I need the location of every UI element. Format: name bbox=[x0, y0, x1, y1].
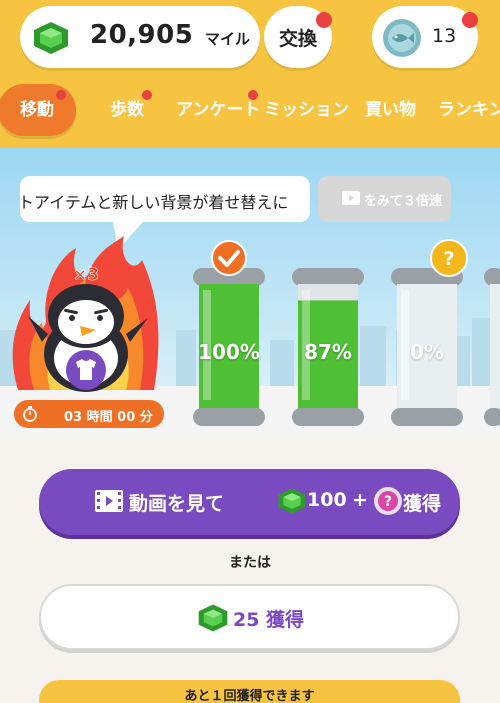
watch-label: 動画を見て bbox=[129, 493, 225, 515]
watch-earn-label: 獲得 bbox=[403, 493, 442, 515]
plus-sign: + bbox=[352, 489, 368, 511]
header-bar: 20,905 マイル 交換 13 移動 歩数 アンケート ミッション 買い物 ラ… bbox=[0, 0, 500, 148]
fish-coin-icon bbox=[383, 19, 421, 57]
tab-ranking[interactable]: ランキン bbox=[438, 84, 500, 136]
tank-1-percent: 100% bbox=[198, 340, 260, 364]
coin-balance[interactable]: 13 bbox=[372, 6, 478, 68]
miles-unit: マイル bbox=[205, 30, 251, 48]
tab-steps[interactable]: 歩数 bbox=[110, 84, 152, 136]
miles-value: 20,905 bbox=[90, 20, 194, 50]
earn-button[interactable]: 25 獲得 bbox=[39, 584, 460, 650]
hero-scene: トアイテムと新しい背景が着せ替えに をみて３倍速 ×3 03 時間 00 分 1… bbox=[0, 148, 500, 438]
tab-move[interactable]: 移動 bbox=[0, 84, 76, 136]
tank-3[interactable]: 0% ? bbox=[387, 239, 468, 428]
watch-video-speedup-label: をみて３倍速 bbox=[364, 194, 443, 209]
svg-text:?: ? bbox=[443, 248, 454, 270]
timer-badge: 03 時間 00 分 bbox=[14, 400, 164, 428]
exchange-label: 交換 bbox=[278, 28, 317, 50]
watch-video-speedup-button[interactable]: をみて３倍速 bbox=[318, 176, 451, 222]
speech-bubble: トアイテムと新しい背景が着せ替えに bbox=[20, 176, 310, 222]
notification-dot bbox=[316, 12, 332, 28]
green-gem-icon bbox=[278, 488, 306, 514]
notification-dot bbox=[248, 90, 258, 100]
video-icon bbox=[342, 191, 360, 205]
tank-2[interactable]: 87% bbox=[288, 268, 368, 428]
green-gem-icon bbox=[34, 22, 68, 54]
svg-text:?: ? bbox=[384, 494, 392, 510]
tank-3-percent: 0% bbox=[410, 340, 444, 364]
miles-balance[interactable]: 20,905 マイル bbox=[20, 6, 260, 68]
tab-shopping[interactable]: 買い物 bbox=[365, 84, 416, 136]
film-icon bbox=[95, 490, 123, 512]
check-icon bbox=[211, 240, 247, 276]
remaining-count-banner: あと１回獲得できます bbox=[39, 680, 460, 703]
watch-video-earn-button[interactable]: 動画を見て 100 + ? 獲得 bbox=[39, 469, 460, 535]
tank-2-percent: 87% bbox=[304, 340, 352, 364]
speech-bubble-text: トアイテムと新しい背景が着せ替えに bbox=[20, 193, 289, 212]
penguin-character[interactable]: ×3 bbox=[6, 230, 166, 400]
tab-mission[interactable]: ミッション bbox=[264, 84, 349, 136]
remaining-count-text: あと１回獲得できます bbox=[184, 689, 315, 703]
notification-dot bbox=[56, 90, 66, 100]
exchange-button[interactable]: 交換 bbox=[264, 6, 332, 68]
tank-1[interactable]: 100% bbox=[189, 240, 269, 428]
tab-bar: 移動 歩数 アンケート ミッション 買い物 ランキン bbox=[0, 84, 500, 136]
notification-dot bbox=[462, 12, 478, 28]
earn-label: 25 獲得 bbox=[233, 609, 305, 631]
multiplier-badge: ×3 bbox=[73, 265, 99, 285]
timer-text: 03 時間 00 分 bbox=[64, 410, 153, 425]
tank-4-partial bbox=[484, 268, 500, 426]
watch-amount: 100 bbox=[307, 489, 347, 511]
coin-count: 13 bbox=[432, 25, 457, 47]
question-badge-icon: ? bbox=[430, 239, 468, 277]
notification-dot bbox=[142, 90, 152, 100]
or-separator: または bbox=[229, 555, 271, 571]
green-gem-icon bbox=[198, 604, 228, 632]
stopwatch-icon bbox=[23, 406, 37, 422]
mystery-reward-icon: ? bbox=[374, 487, 402, 515]
tab-survey[interactable]: アンケート bbox=[176, 84, 260, 136]
